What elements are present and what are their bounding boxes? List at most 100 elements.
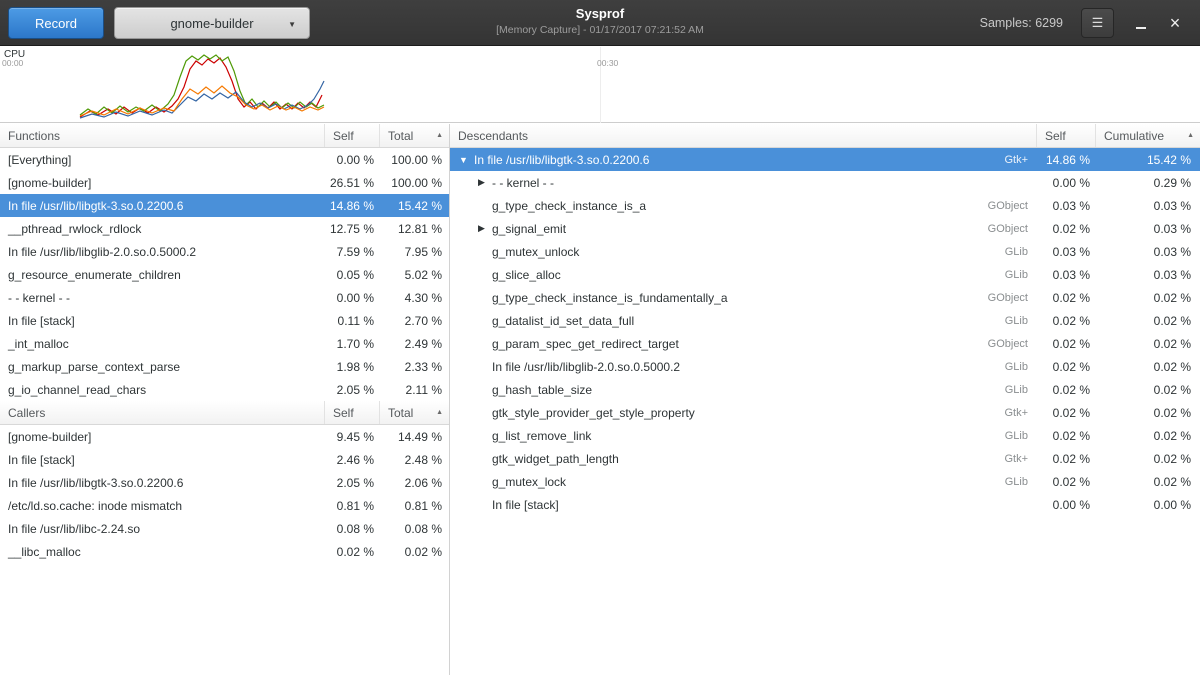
table-row[interactable]: [gnome-builder]26.51 %100.00 %	[0, 171, 449, 194]
table-row[interactable]: [gnome-builder]9.45 %14.49 %	[0, 425, 449, 448]
column-header-total[interactable]: Total ▲	[380, 124, 449, 147]
table-row[interactable]: In file /usr/lib/libc-2.24.so0.08 %0.08 …	[0, 517, 449, 540]
function-name: g_io_channel_read_chars	[0, 383, 325, 397]
self-percent: 0.02 %	[1037, 360, 1096, 374]
column-header-cumulative[interactable]: Cumulative ▲	[1096, 124, 1200, 147]
tree-row[interactable]: g_list_remove_linkGLib0.02 %0.02 %	[450, 424, 1200, 447]
column-header-callers[interactable]: Callers	[0, 401, 325, 424]
column-header-total[interactable]: Total ▲	[380, 401, 449, 424]
category-label: Gtk+	[994, 453, 1028, 465]
sort-indicator-icon: ▲	[436, 132, 443, 139]
tree-row[interactable]: g_datalist_id_set_data_fullGLib0.02 %0.0…	[450, 309, 1200, 332]
tree-row[interactable]: In file /usr/lib/libglib-2.0.so.0.5000.2…	[450, 355, 1200, 378]
table-row[interactable]: In file [stack]0.11 %2.70 %	[0, 309, 449, 332]
total-percent: 12.81 %	[380, 222, 449, 236]
main-area: Functions Self Total ▲ [Everything]0.00 …	[0, 124, 1200, 675]
tree-row-name-cell: In file [stack]	[450, 498, 1037, 512]
self-percent: 0.00 %	[1037, 498, 1096, 512]
tree-row-name-cell: In file /usr/lib/libglib-2.0.so.0.5000.2…	[450, 360, 1037, 374]
expander-icon[interactable]: ▼	[458, 155, 469, 165]
tree-row-name-cell: g_param_spec_get_redirect_targetGObject	[450, 337, 1037, 351]
column-header-self[interactable]: Self	[325, 124, 380, 147]
functions-table-header: Functions Self Total ▲	[0, 124, 449, 148]
table-row[interactable]: g_io_channel_read_chars2.05 %2.11 %	[0, 378, 449, 401]
tree-row[interactable]: gtk_style_provider_get_style_propertyGtk…	[450, 401, 1200, 424]
tree-row[interactable]: g_slice_allocGLib0.03 %0.03 %	[450, 263, 1200, 286]
total-percent: 0.81 %	[380, 499, 449, 513]
sort-indicator-icon: ▲	[1187, 132, 1194, 139]
function-name: g_type_check_instance_is_fundamentally_a	[492, 291, 728, 305]
function-name: g_slice_alloc	[492, 268, 561, 282]
tree-row[interactable]: ▶- - kernel - -0.00 %0.29 %	[450, 171, 1200, 194]
callers-table-body: [gnome-builder]9.45 %14.49 %In file [sta…	[0, 425, 449, 563]
target-selector-label: gnome-builder	[170, 16, 253, 31]
tree-row[interactable]: g_hash_table_sizeGLib0.02 %0.02 %	[450, 378, 1200, 401]
table-row[interactable]: In file /usr/lib/libglib-2.0.so.0.5000.2…	[0, 240, 449, 263]
column-header-label: Descendants	[458, 129, 528, 143]
time-tick-mid: 00:30	[597, 58, 618, 68]
category-label: GObject	[978, 292, 1028, 304]
chevron-down-icon: ▼	[288, 20, 296, 29]
tree-row[interactable]: g_type_check_instance_is_fundamentally_a…	[450, 286, 1200, 309]
tree-row[interactable]: gtk_widget_path_lengthGtk+0.02 %0.02 %	[450, 447, 1200, 470]
cumulative-percent: 0.03 %	[1096, 268, 1200, 282]
table-row[interactable]: __libc_malloc0.02 %0.02 %	[0, 540, 449, 563]
table-row[interactable]: __pthread_rwlock_rdlock12.75 %12.81 %	[0, 217, 449, 240]
cpu-timeline-graph[interactable]: CPU 00:00 00:30	[0, 47, 1200, 123]
tree-row[interactable]: g_param_spec_get_redirect_targetGObject0…	[450, 332, 1200, 355]
column-header-functions[interactable]: Functions	[0, 124, 325, 147]
tree-row-name-cell: gtk_style_provider_get_style_propertyGtk…	[450, 406, 1037, 420]
tree-row[interactable]: g_type_check_instance_is_aGObject0.03 %0…	[450, 194, 1200, 217]
tree-row[interactable]: ▶g_signal_emitGObject0.02 %0.03 %	[450, 217, 1200, 240]
column-header-self[interactable]: Self	[325, 401, 380, 424]
function-name: - - kernel - -	[492, 176, 554, 190]
column-header-label: Self	[333, 406, 354, 420]
table-row[interactable]: - - kernel - -0.00 %4.30 %	[0, 286, 449, 309]
category-label: GLib	[995, 269, 1028, 281]
category-label: Gtk+	[994, 154, 1028, 166]
self-percent: 0.02 %	[1037, 406, 1096, 420]
table-row[interactable]: In file [stack]2.46 %2.48 %	[0, 448, 449, 471]
table-row[interactable]: g_markup_parse_context_parse1.98 %2.33 %	[0, 355, 449, 378]
column-header-label: Total	[388, 129, 413, 143]
target-selector-dropdown[interactable]: gnome-builder ▼	[114, 7, 310, 39]
function-name: - - kernel - -	[0, 291, 325, 305]
self-percent: 0.02 %	[1037, 429, 1096, 443]
function-name: In file /usr/lib/libgtk-3.so.0.2200.6	[0, 199, 325, 213]
table-row[interactable]: In file /usr/lib/libgtk-3.so.0.2200.614.…	[0, 194, 449, 217]
total-percent: 2.48 %	[380, 453, 449, 467]
table-row[interactable]: _int_malloc1.70 %2.49 %	[0, 332, 449, 355]
tree-row[interactable]: g_mutex_lockGLib0.02 %0.02 %	[450, 470, 1200, 493]
table-row[interactable]: g_resource_enumerate_children0.05 %5.02 …	[0, 263, 449, 286]
total-percent: 2.33 %	[380, 360, 449, 374]
function-name: g_mutex_lock	[492, 475, 566, 489]
table-row[interactable]: In file /usr/lib/libgtk-3.so.0.2200.62.0…	[0, 471, 449, 494]
function-name: In file /usr/lib/libgtk-3.so.0.2200.6	[0, 476, 325, 490]
column-header-self[interactable]: Self	[1037, 124, 1096, 147]
category-label: GObject	[978, 223, 1028, 235]
table-row[interactable]: [Everything]0.00 %100.00 %	[0, 148, 449, 171]
tree-row[interactable]: g_mutex_unlockGLib0.03 %0.03 %	[450, 240, 1200, 263]
self-percent: 0.02 %	[325, 545, 380, 559]
record-button[interactable]: Record	[8, 7, 104, 39]
tree-row[interactable]: ▼In file /usr/lib/libgtk-3.so.0.2200.6Gt…	[450, 148, 1200, 171]
column-header-label: Functions	[8, 129, 60, 143]
total-percent: 7.95 %	[380, 245, 449, 259]
column-header-descendants[interactable]: Descendants	[450, 124, 1037, 147]
category-label: GObject	[978, 200, 1028, 212]
close-button[interactable]: ×	[1162, 8, 1188, 38]
expander-icon[interactable]: ▶	[476, 177, 487, 188]
table-row[interactable]: /etc/ld.so.cache: inode mismatch0.81 %0.…	[0, 494, 449, 517]
category-label: GLib	[995, 315, 1028, 327]
minimize-button[interactable]	[1128, 8, 1154, 38]
total-percent: 0.08 %	[380, 522, 449, 536]
total-percent: 15.42 %	[380, 199, 449, 213]
tree-row[interactable]: In file [stack]0.00 %0.00 %	[450, 493, 1200, 516]
self-percent: 0.81 %	[325, 499, 380, 513]
menu-button[interactable]: ☰	[1081, 8, 1114, 38]
self-percent: 0.02 %	[1037, 291, 1096, 305]
expander-icon[interactable]: ▶	[476, 223, 487, 234]
cumulative-percent: 0.02 %	[1096, 291, 1200, 305]
total-percent: 2.49 %	[380, 337, 449, 351]
column-header-label: Callers	[8, 406, 45, 420]
